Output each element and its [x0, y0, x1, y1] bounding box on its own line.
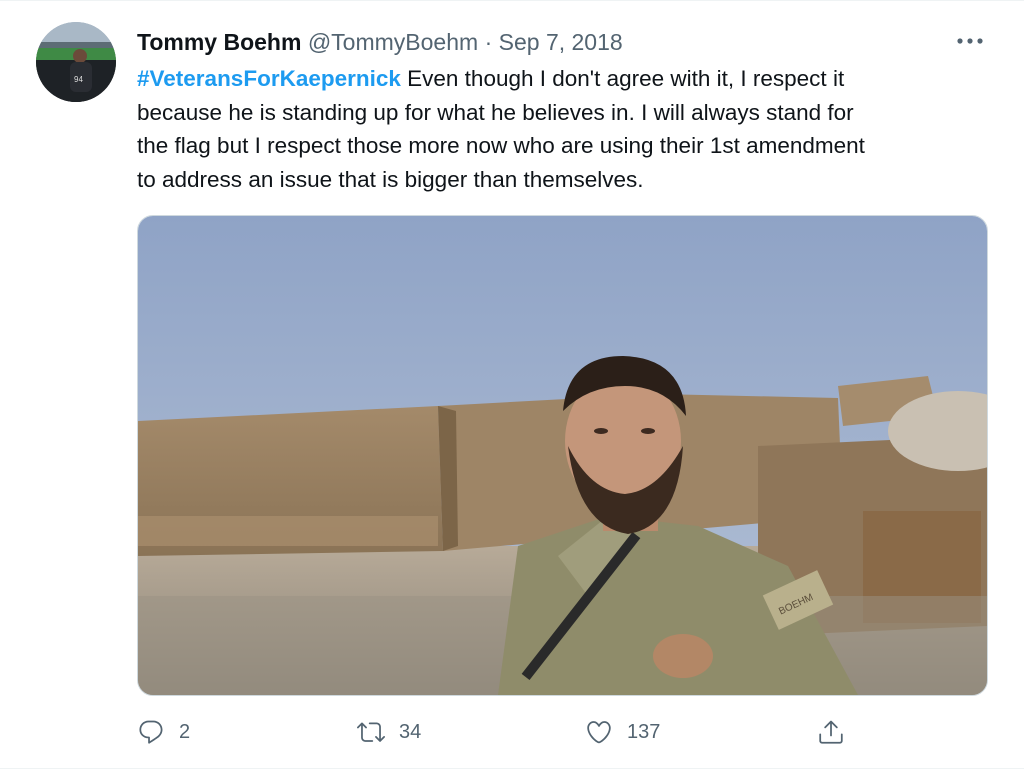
retweet-icon	[357, 722, 385, 742]
like-count: 137	[627, 720, 661, 743]
tweet-text-line-3: the flag but I respect those more now wh…	[137, 133, 865, 158]
like-button[interactable]: 137	[585, 712, 660, 752]
share-button[interactable]	[817, 712, 845, 752]
tweet-date[interactable]: Sep 7, 2018	[499, 29, 623, 55]
reply-icon	[139, 720, 163, 744]
soldier-photo: BOEHM	[138, 216, 987, 695]
heart-icon	[587, 721, 611, 744]
retweet-button[interactable]: 34	[357, 712, 421, 752]
tweet-header: Tommy Boehm @TommyBoehm · Sep 7, 2018	[137, 27, 623, 57]
tweet-text: #VeteransForKaepernick Even though I don…	[137, 62, 997, 196]
tweet-text-line-1: #VeteransForKaepernick Even though I don…	[137, 62, 997, 96]
bottom-divider	[0, 768, 1024, 769]
author-handle[interactable]: @TommyBoehm	[308, 29, 478, 55]
tweet-actions: 2 34 137	[137, 712, 997, 752]
svg-text:94: 94	[74, 75, 83, 84]
tweet-photo[interactable]: BOEHM	[137, 215, 988, 696]
share-icon	[819, 720, 843, 744]
author-name[interactable]: Tommy Boehm	[137, 29, 301, 55]
retweet-count: 34	[399, 720, 422, 743]
top-divider	[0, 0, 1024, 1]
hashtag-link[interactable]: #VeteransForKaepernick	[137, 66, 401, 91]
header-separator: ·	[484, 29, 493, 55]
reply-button[interactable]: 2	[137, 712, 190, 752]
tweet-text-line-1-body: Even though I don't agree with it, I res…	[400, 66, 845, 91]
tweet-text-line-2: because he is standing up for what he be…	[137, 99, 854, 125]
author-avatar[interactable]: 94	[36, 22, 116, 102]
reply-count: 2	[179, 720, 191, 743]
avatar-photo-icon: 94	[36, 22, 116, 102]
more-options-button[interactable]	[950, 28, 990, 54]
tweet-text-line-4: to address an issue that is bigger than …	[137, 166, 644, 192]
more-horizontal-icon	[957, 38, 983, 44]
